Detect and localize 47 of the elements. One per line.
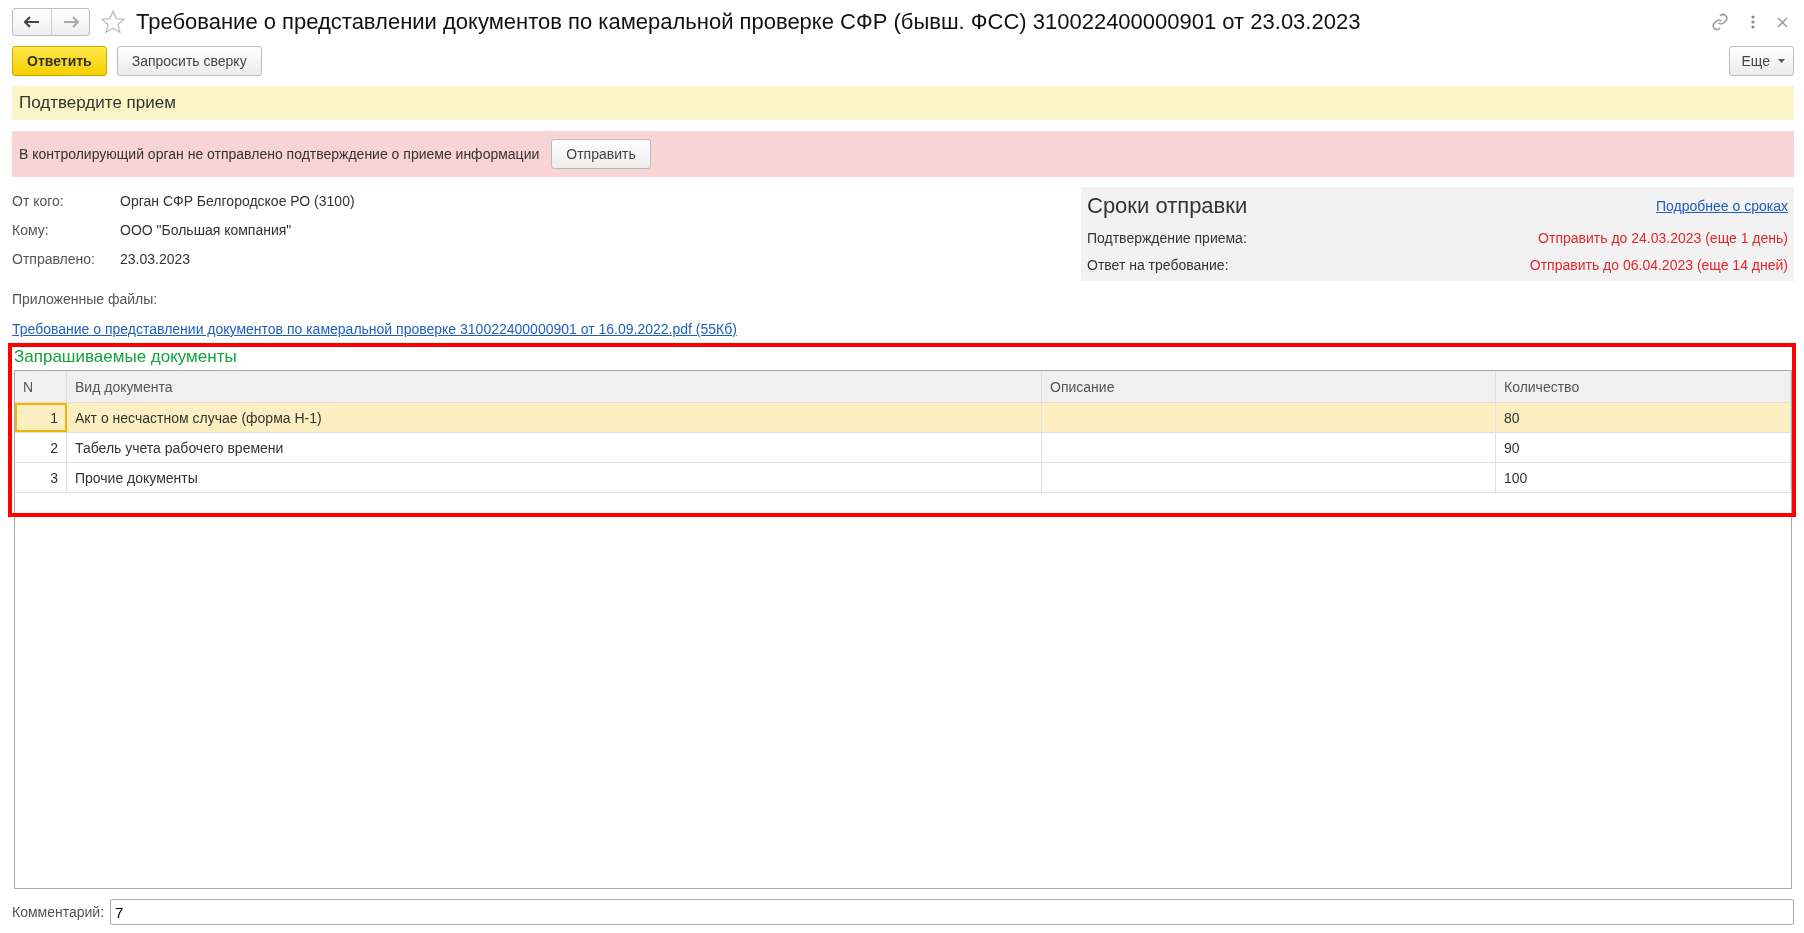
deadlines-link[interactable]: Подробнее о сроках	[1656, 198, 1788, 214]
deadline-value: Отправить до 06.04.2023 (еще 14 дней)	[1529, 257, 1788, 273]
table-cell: 100	[1496, 463, 1791, 492]
field-label: Отправлено:	[12, 251, 96, 267]
back-arrow-icon	[24, 16, 40, 28]
table-cell: Акт о несчастном случае (форма Н-1)	[67, 403, 1042, 432]
section-title: Запрашиваемые документы	[14, 347, 238, 368]
field-value: 23.03.2023	[120, 251, 192, 267]
field-value: ООО "Большая компания"	[120, 222, 293, 238]
field-label: Кому:	[12, 222, 50, 238]
table-row[interactable]: 2 Табель учета рабочего времени 90	[15, 433, 1791, 463]
attachments-label: Приложенные файлы:	[12, 291, 159, 307]
reply-button[interactable]: Ответить	[12, 46, 107, 76]
file-link[interactable]: Требование о представлении документов по камеральной проверке 310022400000901 от 16.09.2022.pdf (55Кб)	[12, 321, 737, 337]
deadlines-title: Сроки отправки	[1087, 193, 1248, 219]
send-button[interactable]: Отправить	[551, 139, 651, 169]
table-cell: 3	[15, 463, 67, 492]
field-value: Орган СФР Белгородское РО (3100)	[120, 193, 355, 209]
more-menu-button[interactable]: Еще	[1728, 46, 1794, 76]
comment-field[interactable]: 7	[110, 899, 1794, 925]
more-icon	[1751, 15, 1755, 29]
deadline-label: Подтверждение приема:	[1087, 230, 1247, 246]
star-icon[interactable]	[100, 9, 126, 35]
request-button[interactable]: Запросить сверку	[116, 46, 262, 76]
forward-arrow-icon	[62, 16, 79, 28]
table-cell: 80	[1496, 403, 1791, 432]
field-label: От кого:	[12, 193, 65, 209]
table-cell: Табель учета рабочего времени	[67, 433, 1042, 462]
deadline-label: Ответ на требование:	[1087, 257, 1229, 273]
window-title: Требование о представлении документов по камеральной проверке СФР (бывш. ФСС) 310022400000901 от 23.03.2023	[136, 9, 1362, 35]
caret-icon	[1778, 59, 1785, 63]
notice-bar: Подтвердите прием	[12, 86, 1794, 120]
table-cell: 2	[15, 433, 67, 462]
deadline-value: Отправить до 24.03.2023 (еще 1 день)	[1538, 230, 1788, 246]
close-icon	[1777, 16, 1788, 28]
column-header[interactable]: N	[15, 371, 67, 402]
table-row[interactable]: 1 Акт о несчастном случае (форма Н-1) 80	[15, 403, 1791, 433]
table-cell: 90	[1496, 433, 1791, 462]
column-header[interactable]: Количество	[1496, 371, 1791, 402]
table-cell: Прочие документы	[67, 463, 1042, 492]
link-icon	[1711, 13, 1729, 31]
warning-text: В контролирующий орган не отправлено подтверждение о приеме информации	[19, 146, 540, 162]
table-row[interactable]: 3 Прочие документы 100	[15, 463, 1791, 493]
table-cell: 1	[15, 403, 67, 432]
comment-label: Комментарий:	[12, 904, 105, 920]
column-header[interactable]: Вид документа	[67, 371, 1042, 402]
column-header[interactable]: Описание	[1042, 371, 1496, 402]
